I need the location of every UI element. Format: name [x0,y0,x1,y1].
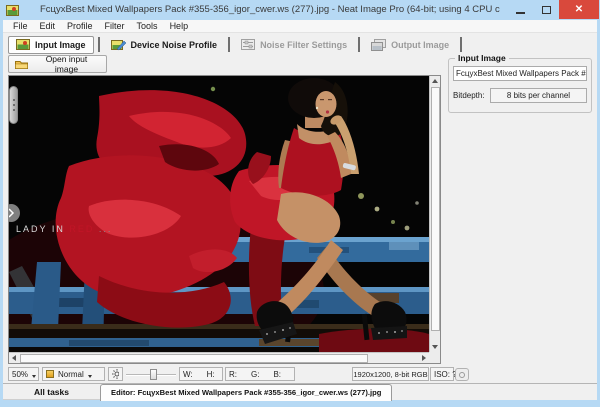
view-mode-dropdown[interactable]: Normal [42,367,105,381]
width-label: W: [183,370,193,379]
mode-color-swatch [46,370,54,378]
all-tasks-tab[interactable]: All tasks [3,384,100,400]
tab-noise-filter-settings[interactable]: Noise Filter Settings [234,36,354,54]
tab-separator [228,37,230,52]
vertical-scroll-thumb[interactable] [431,87,440,331]
bitdepth-label: Bitdepth: [453,91,486,100]
zoom-dropdown[interactable]: 50% [8,367,39,381]
open-input-image-button[interactable]: Open input image [8,55,107,73]
filename-field[interactable]: FcцухBest Mixed Wallpapers Pack #355-356… [453,66,587,81]
titlebar[interactable]: FcцухBest Mixed Wallpapers Pack #355-356… [0,0,600,20]
minimize-icon [516,12,525,14]
image-viewer: LADY IN RED ... [8,75,441,364]
photo-lady-in-red [9,76,429,352]
watermark-text-red: RED [69,224,94,234]
menu-item-file[interactable]: File [7,20,34,33]
folder-icon [15,59,28,69]
output-image-icon [371,39,386,51]
menubar: File Edit Profile Filter Tools Help [3,20,597,33]
exif-info-button[interactable] [455,368,469,381]
tab-output-image[interactable]: Output Image [364,36,456,54]
scroll-up-icon [432,79,438,83]
cursor-size-pane: W: H: [179,367,223,381]
scroll-down-button[interactable] [430,342,440,352]
scroll-down-icon [432,345,438,349]
brightness-button[interactable] [108,367,123,381]
green-label: G: [251,370,259,379]
tab-separator [358,37,360,52]
close-button[interactable]: ✕ [559,0,599,19]
red-label: R: [229,370,237,379]
tab-separator [460,37,462,52]
statusbar: 50% Normal [3,366,597,382]
height-label: H: [207,370,215,379]
input-image-icon [16,39,30,50]
watermark-dots: ... [99,224,113,234]
app-icon [6,4,19,17]
watermark-text: LADY IN [16,224,65,234]
image-info-pane: 1920x1200, 8-bit RGB [352,367,429,381]
zoom-level: 50% [12,370,28,379]
info-circle-icon [459,372,465,378]
panel-grip-handle[interactable] [9,86,18,124]
viewer-canvas[interactable]: LADY IN RED ... [9,76,429,352]
view-mode-label: Normal [58,370,84,379]
tab-label: Output Image [391,40,449,50]
tab-label: Device Noise Profile [131,40,218,50]
app-window: FcцухBest Mixed Wallpapers Pack #355-356… [0,0,600,407]
scroll-up-button[interactable] [430,76,440,86]
maximize-icon [542,6,551,14]
tab-label: Input Image [35,40,86,50]
brightness-sun-icon [112,369,119,379]
scroll-right-icon [422,355,426,361]
editor-tab[interactable]: Editor: FcцухBest Mixed Wallpapers Pack … [100,384,392,401]
noise-filter-settings-icon [241,39,255,50]
tab-separator [98,37,100,52]
menu-item-filter[interactable]: Filter [99,20,131,33]
input-image-panel: Input Image FcцухBest Mixed Wallpapers P… [448,53,592,113]
chevron-down-icon [32,375,36,378]
horizontal-scroll-thumb[interactable] [20,354,368,363]
blue-label: B: [273,370,281,379]
photo-watermark: LADY IN RED ... [16,224,112,234]
scroll-left-button[interactable] [9,353,19,363]
task-tabbar: All tasks Editor: FcцухBest Mixed Wallpa… [3,383,597,400]
iso-pane: ISO: ? [430,367,454,381]
brightness-slider[interactable] [125,367,177,381]
tab-input-image[interactable]: Input Image [8,36,94,54]
content-area: Input Image Device Noise Profile [3,33,597,400]
menu-item-help[interactable]: Help [164,20,195,33]
panel-title: Input Image [455,53,509,63]
slider-thumb[interactable] [150,369,157,380]
chevron-down-icon [88,375,92,378]
vertical-scrollbar[interactable] [429,76,440,352]
window-title: FcцухBest Mixed Wallpapers Pack #355-356… [40,0,500,20]
image-dimensions: 1920x1200, 8-bit RGB [353,370,427,379]
menu-item-profile[interactable]: Profile [61,20,99,33]
rgb-readout-pane: R: G: B: [225,367,295,381]
maximize-button[interactable] [533,0,559,19]
iso-value: ISO: ? [434,370,457,379]
menu-item-edit[interactable]: Edit [34,20,62,33]
minimize-button[interactable] [507,0,533,19]
open-button-label: Open input image [33,54,100,74]
chevron-right-icon [9,207,15,219]
menu-item-tools[interactable]: Tools [131,20,164,33]
device-noise-profile-icon [111,39,126,51]
stage-tabs: Input Image Device Noise Profile [8,35,466,54]
tab-device-noise-profile[interactable]: Device Noise Profile [104,36,225,54]
horizontal-scrollbar[interactable] [9,352,429,363]
scrollbar-corner [429,352,440,363]
tab-label: Noise Filter Settings [260,40,347,50]
scroll-left-icon [12,355,16,361]
bitdepth-value: 8 bits per channel [490,88,587,103]
scroll-right-button[interactable] [419,353,429,363]
